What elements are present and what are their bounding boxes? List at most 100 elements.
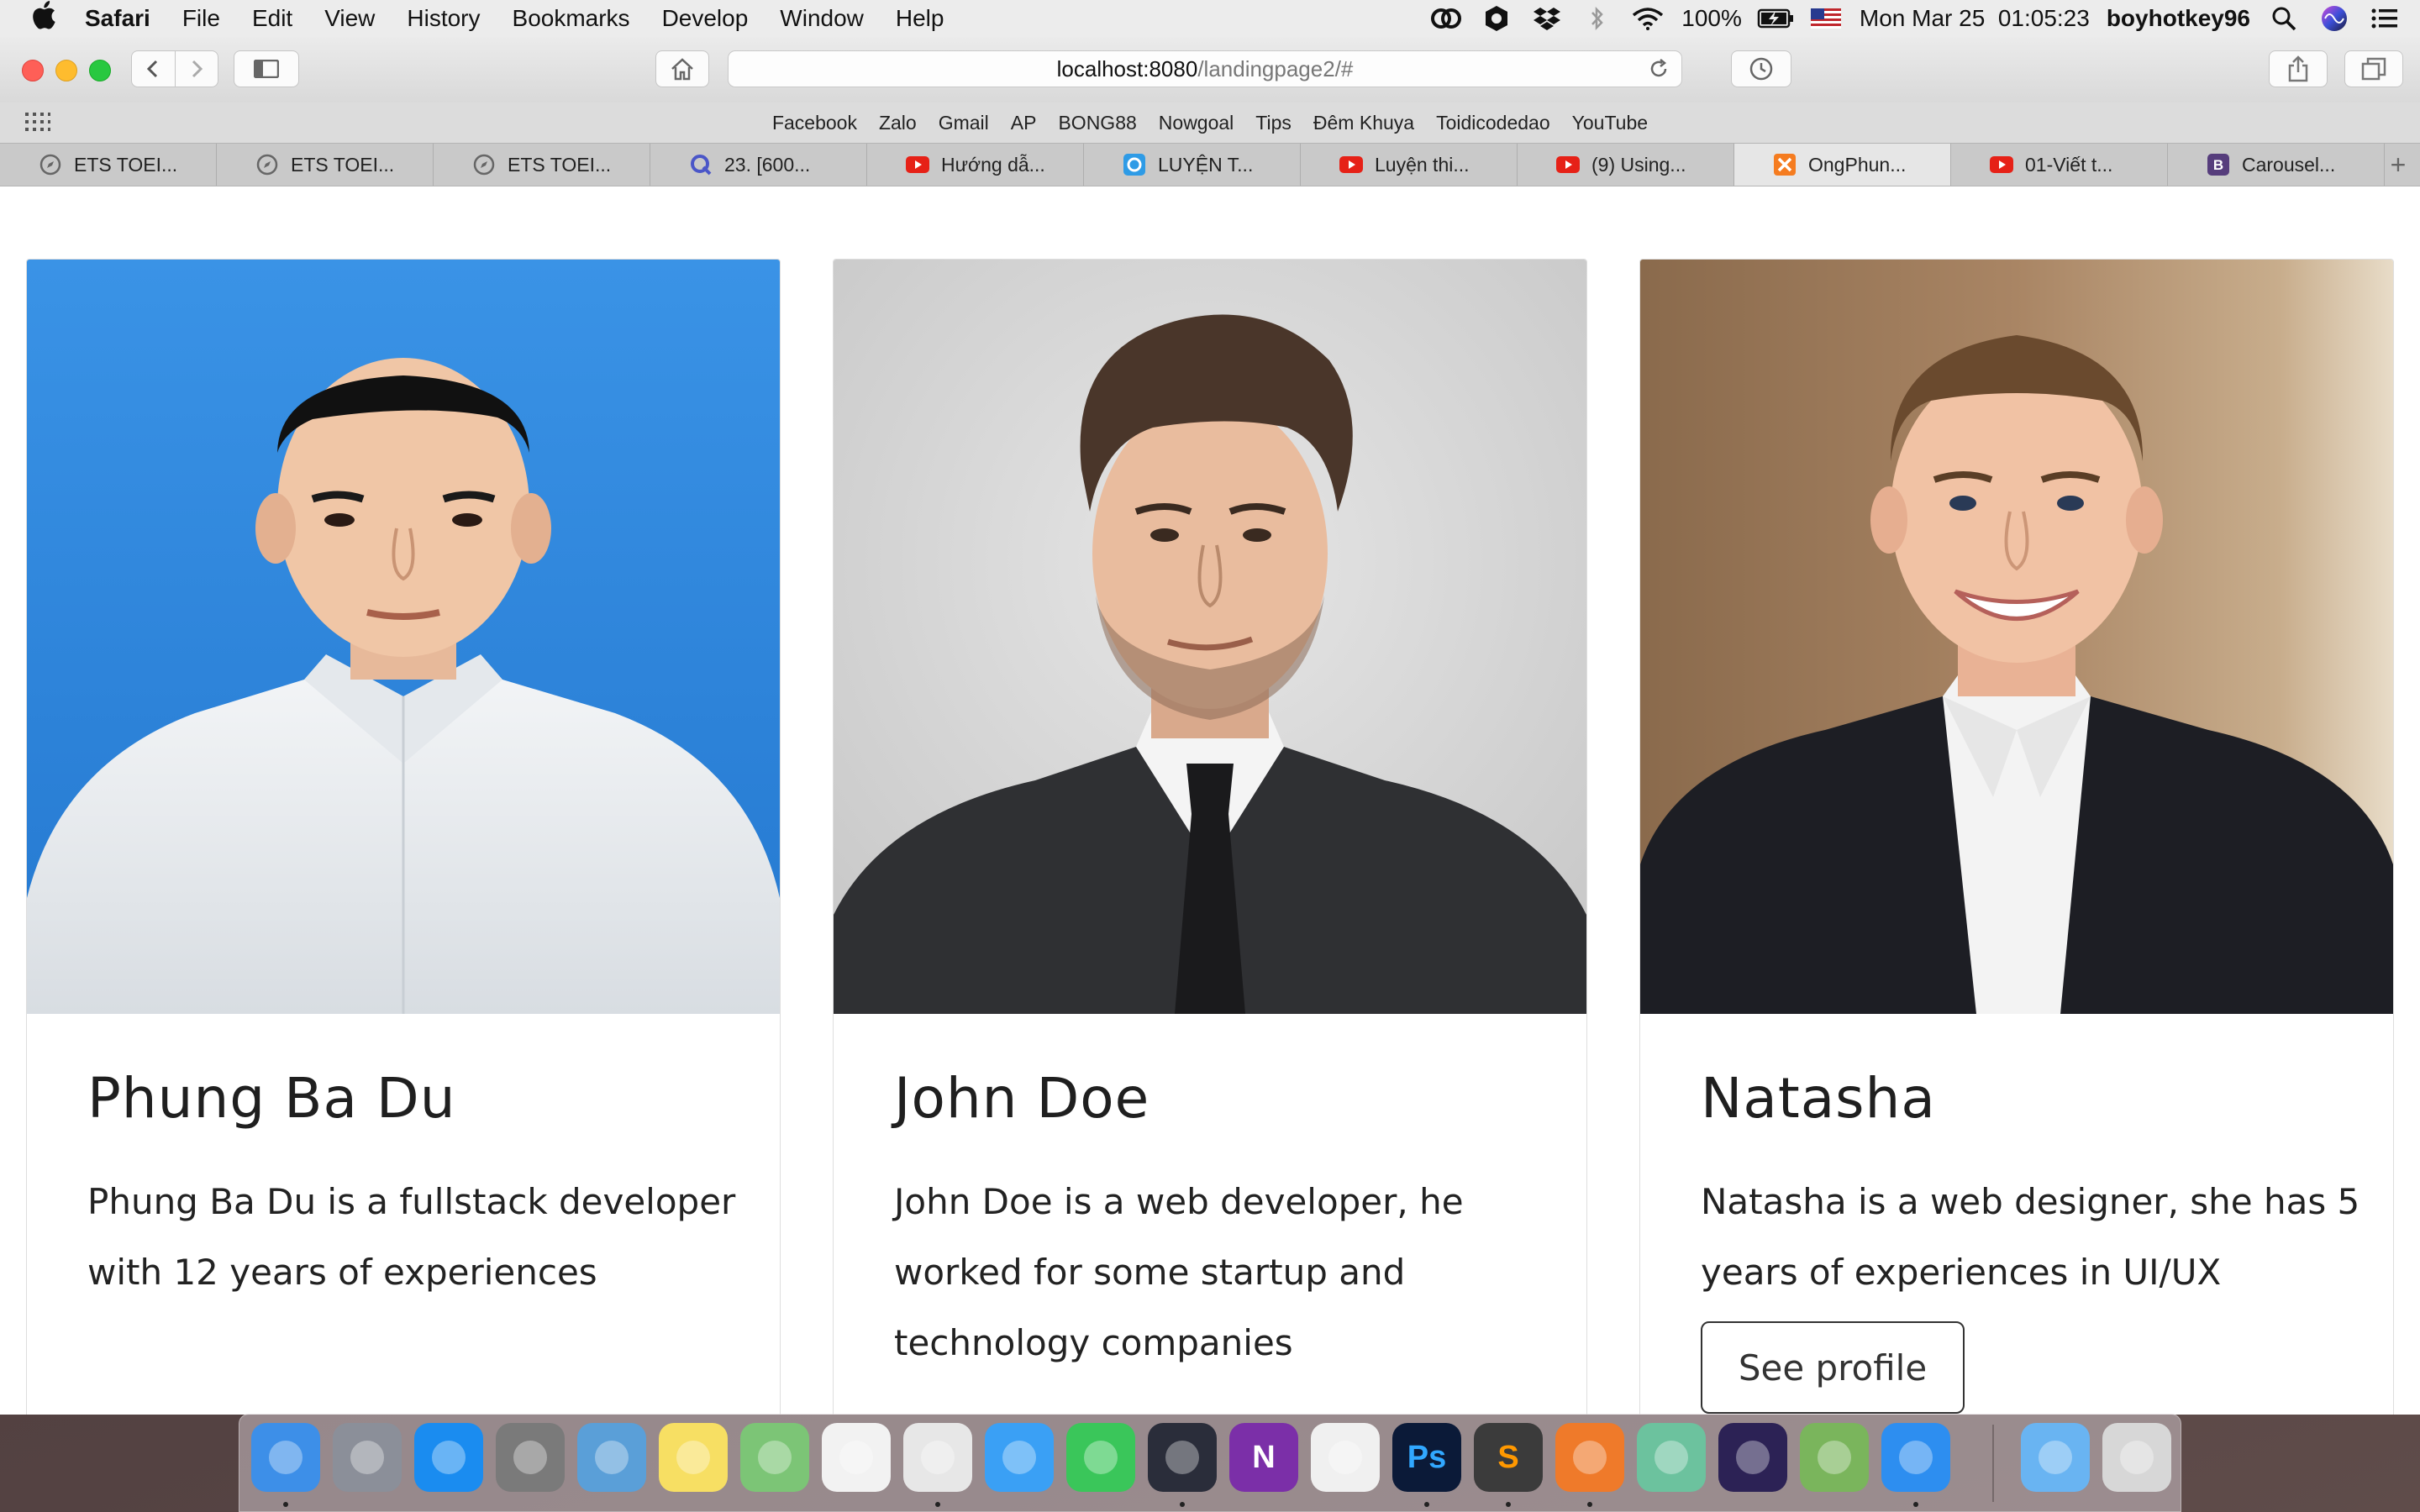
browser-tab[interactable]: B Carousel... bbox=[2168, 144, 2385, 186]
youtube-icon bbox=[1556, 153, 1580, 176]
browser-tab[interactable]: ETS TOEI... bbox=[217, 144, 434, 186]
photos-icon[interactable] bbox=[822, 1423, 891, 1492]
tab-title: 01-Viết t... bbox=[2025, 153, 2113, 176]
favorite-link[interactable]: Zalo bbox=[868, 112, 928, 134]
reload-icon[interactable] bbox=[1648, 51, 1670, 87]
apple-menu-icon[interactable] bbox=[18, 0, 69, 37]
atom-icon[interactable] bbox=[1637, 1423, 1706, 1492]
textedit-icon[interactable] bbox=[1311, 1423, 1380, 1492]
browser-tab[interactable]: ETS TOEI... bbox=[434, 144, 650, 186]
battery-icon[interactable] bbox=[1757, 5, 1794, 32]
sidebar-toggle-button[interactable] bbox=[234, 50, 299, 87]
clock[interactable]: Mon Mar 25 01:05:23 bbox=[1851, 0, 2098, 37]
app-store-icon[interactable] bbox=[414, 1423, 483, 1492]
menu-view[interactable]: View bbox=[308, 0, 391, 37]
system-preferences-icon[interactable] bbox=[496, 1423, 565, 1492]
tab-title: OngPhun... bbox=[1808, 153, 1907, 176]
history-button[interactable] bbox=[1731, 50, 1791, 87]
facetime-icon[interactable] bbox=[1066, 1423, 1135, 1492]
siri-icon[interactable] bbox=[2316, 5, 2353, 32]
favorite-link[interactable]: Facebook bbox=[761, 112, 868, 134]
finder-icon[interactable] bbox=[251, 1423, 320, 1492]
new-tab-button[interactable]: + bbox=[2376, 144, 2420, 186]
share-button[interactable] bbox=[2269, 50, 2328, 87]
wifi-icon[interactable] bbox=[1629, 5, 1666, 32]
photoshop-icon[interactable]: Ps bbox=[1392, 1423, 1461, 1492]
browser-tab[interactable]: 01-Viết t... bbox=[1951, 144, 2168, 186]
launchpad-icon[interactable] bbox=[333, 1423, 402, 1492]
spotlight-search-icon[interactable] bbox=[2265, 5, 2302, 32]
browser-tab[interactable]: OngPhun... bbox=[1734, 144, 1951, 186]
see-profile-button[interactable]: See profile bbox=[1701, 1321, 1965, 1414]
tab-bar: B Carousel... 01-Viết t... OngPhun... (9) Us… bbox=[0, 143, 2420, 186]
card-name: Phung Ba Du bbox=[87, 1066, 456, 1131]
menu-bar: Safari File Edit View History Bookmarks … bbox=[0, 0, 2420, 38]
dock: N Ps S bbox=[239, 1414, 2181, 1512]
battery-percent[interactable]: 100% bbox=[1673, 0, 1750, 37]
close-window-button[interactable] bbox=[22, 60, 44, 81]
us-flag-icon[interactable] bbox=[1807, 5, 1844, 32]
xampp-icon bbox=[1773, 153, 1797, 176]
forward-button[interactable] bbox=[174, 51, 218, 87]
sublime-text-icon[interactable]: S bbox=[1474, 1423, 1543, 1492]
bluetooth-icon[interactable] bbox=[1579, 5, 1616, 32]
minimize-window-button[interactable] bbox=[55, 60, 77, 81]
home-button[interactable] bbox=[655, 50, 709, 87]
downloads-folder-icon[interactable] bbox=[2021, 1423, 2090, 1492]
notification-center-icon[interactable] bbox=[2366, 5, 2403, 32]
onenote-icon[interactable]: N bbox=[1229, 1423, 1298, 1492]
android-studio-icon[interactable] bbox=[1800, 1423, 1869, 1492]
browser-tab[interactable]: LUYỆN T... bbox=[1084, 144, 1301, 186]
xampp-icon[interactable] bbox=[1555, 1423, 1624, 1492]
safari-icon[interactable] bbox=[1881, 1423, 1950, 1492]
favorite-link[interactable]: Đêm Khuya bbox=[1302, 112, 1425, 134]
home-icon bbox=[671, 58, 693, 81]
favorite-link[interactable]: YouTube bbox=[1561, 112, 1659, 134]
mail-icon[interactable] bbox=[577, 1423, 646, 1492]
compass-icon bbox=[255, 153, 279, 176]
navigation-buttons bbox=[131, 50, 218, 87]
favorite-link[interactable]: Tips bbox=[1244, 112, 1302, 134]
chrome-icon[interactable] bbox=[903, 1423, 972, 1492]
fullscreen-window-button[interactable] bbox=[89, 60, 111, 81]
menu-bookmarks[interactable]: Bookmarks bbox=[497, 0, 646, 37]
chevron-left-icon bbox=[147, 60, 158, 78]
menu-develop[interactable]: Develop bbox=[646, 0, 765, 37]
back-button[interactable] bbox=[132, 51, 175, 87]
menu-safari[interactable]: Safari bbox=[69, 0, 166, 37]
favorite-link[interactable]: Nowgoal bbox=[1148, 112, 1245, 134]
browser-tab[interactable]: Hướng dẫ... bbox=[867, 144, 1084, 186]
address-bar[interactable]: localhost:8080/landingpage2/# bbox=[728, 50, 1682, 87]
browser-tab[interactable]: 23. [600... bbox=[650, 144, 867, 186]
messages-icon[interactable] bbox=[985, 1423, 1054, 1492]
menu-help[interactable]: Help bbox=[880, 0, 960, 37]
user-name[interactable]: boyhotkey96 bbox=[2098, 0, 2259, 37]
menu-edit[interactable]: Edit bbox=[236, 0, 308, 37]
tab-title: LUYỆN T... bbox=[1158, 153, 1254, 176]
favorite-link[interactable]: Gmail bbox=[928, 112, 1000, 134]
browser-tab[interactable]: (9) Using... bbox=[1518, 144, 1734, 186]
tab-title: ETS TOEI... bbox=[508, 153, 612, 176]
creative-cloud-icon[interactable] bbox=[1428, 5, 1465, 32]
maps-icon[interactable] bbox=[740, 1423, 809, 1492]
notes-icon[interactable] bbox=[659, 1423, 728, 1492]
compass-icon bbox=[39, 153, 62, 176]
camera-app-icon[interactable] bbox=[1148, 1423, 1217, 1492]
dropbox-icon[interactable] bbox=[1528, 5, 1565, 32]
bitdefender-icon[interactable] bbox=[1478, 5, 1515, 32]
eclipse-icon[interactable] bbox=[1718, 1423, 1787, 1492]
profile-card-john-doe: John Doe John Doe is a web developer, he… bbox=[833, 259, 1587, 1415]
menu-window[interactable]: Window bbox=[764, 0, 880, 37]
menu-history[interactable]: History bbox=[391, 0, 496, 37]
card-description: Phung Ba Du is a fullstack developer wit… bbox=[87, 1181, 736, 1293]
favorite-link[interactable]: BONG88 bbox=[1047, 112, 1147, 134]
browser-tab[interactable]: ETS TOEI... bbox=[0, 144, 217, 186]
youtube-icon bbox=[1339, 153, 1363, 176]
show-all-tabs-button[interactable] bbox=[2344, 50, 2403, 87]
profile-photo-john-doe bbox=[834, 260, 1586, 1014]
favorite-link[interactable]: AP bbox=[1000, 112, 1048, 134]
trash-icon[interactable] bbox=[2102, 1423, 2171, 1492]
favorite-link[interactable]: Toidicodedao bbox=[1425, 112, 1561, 134]
browser-tab[interactable]: Luyện thi... bbox=[1301, 144, 1518, 186]
menu-file[interactable]: File bbox=[166, 0, 236, 37]
